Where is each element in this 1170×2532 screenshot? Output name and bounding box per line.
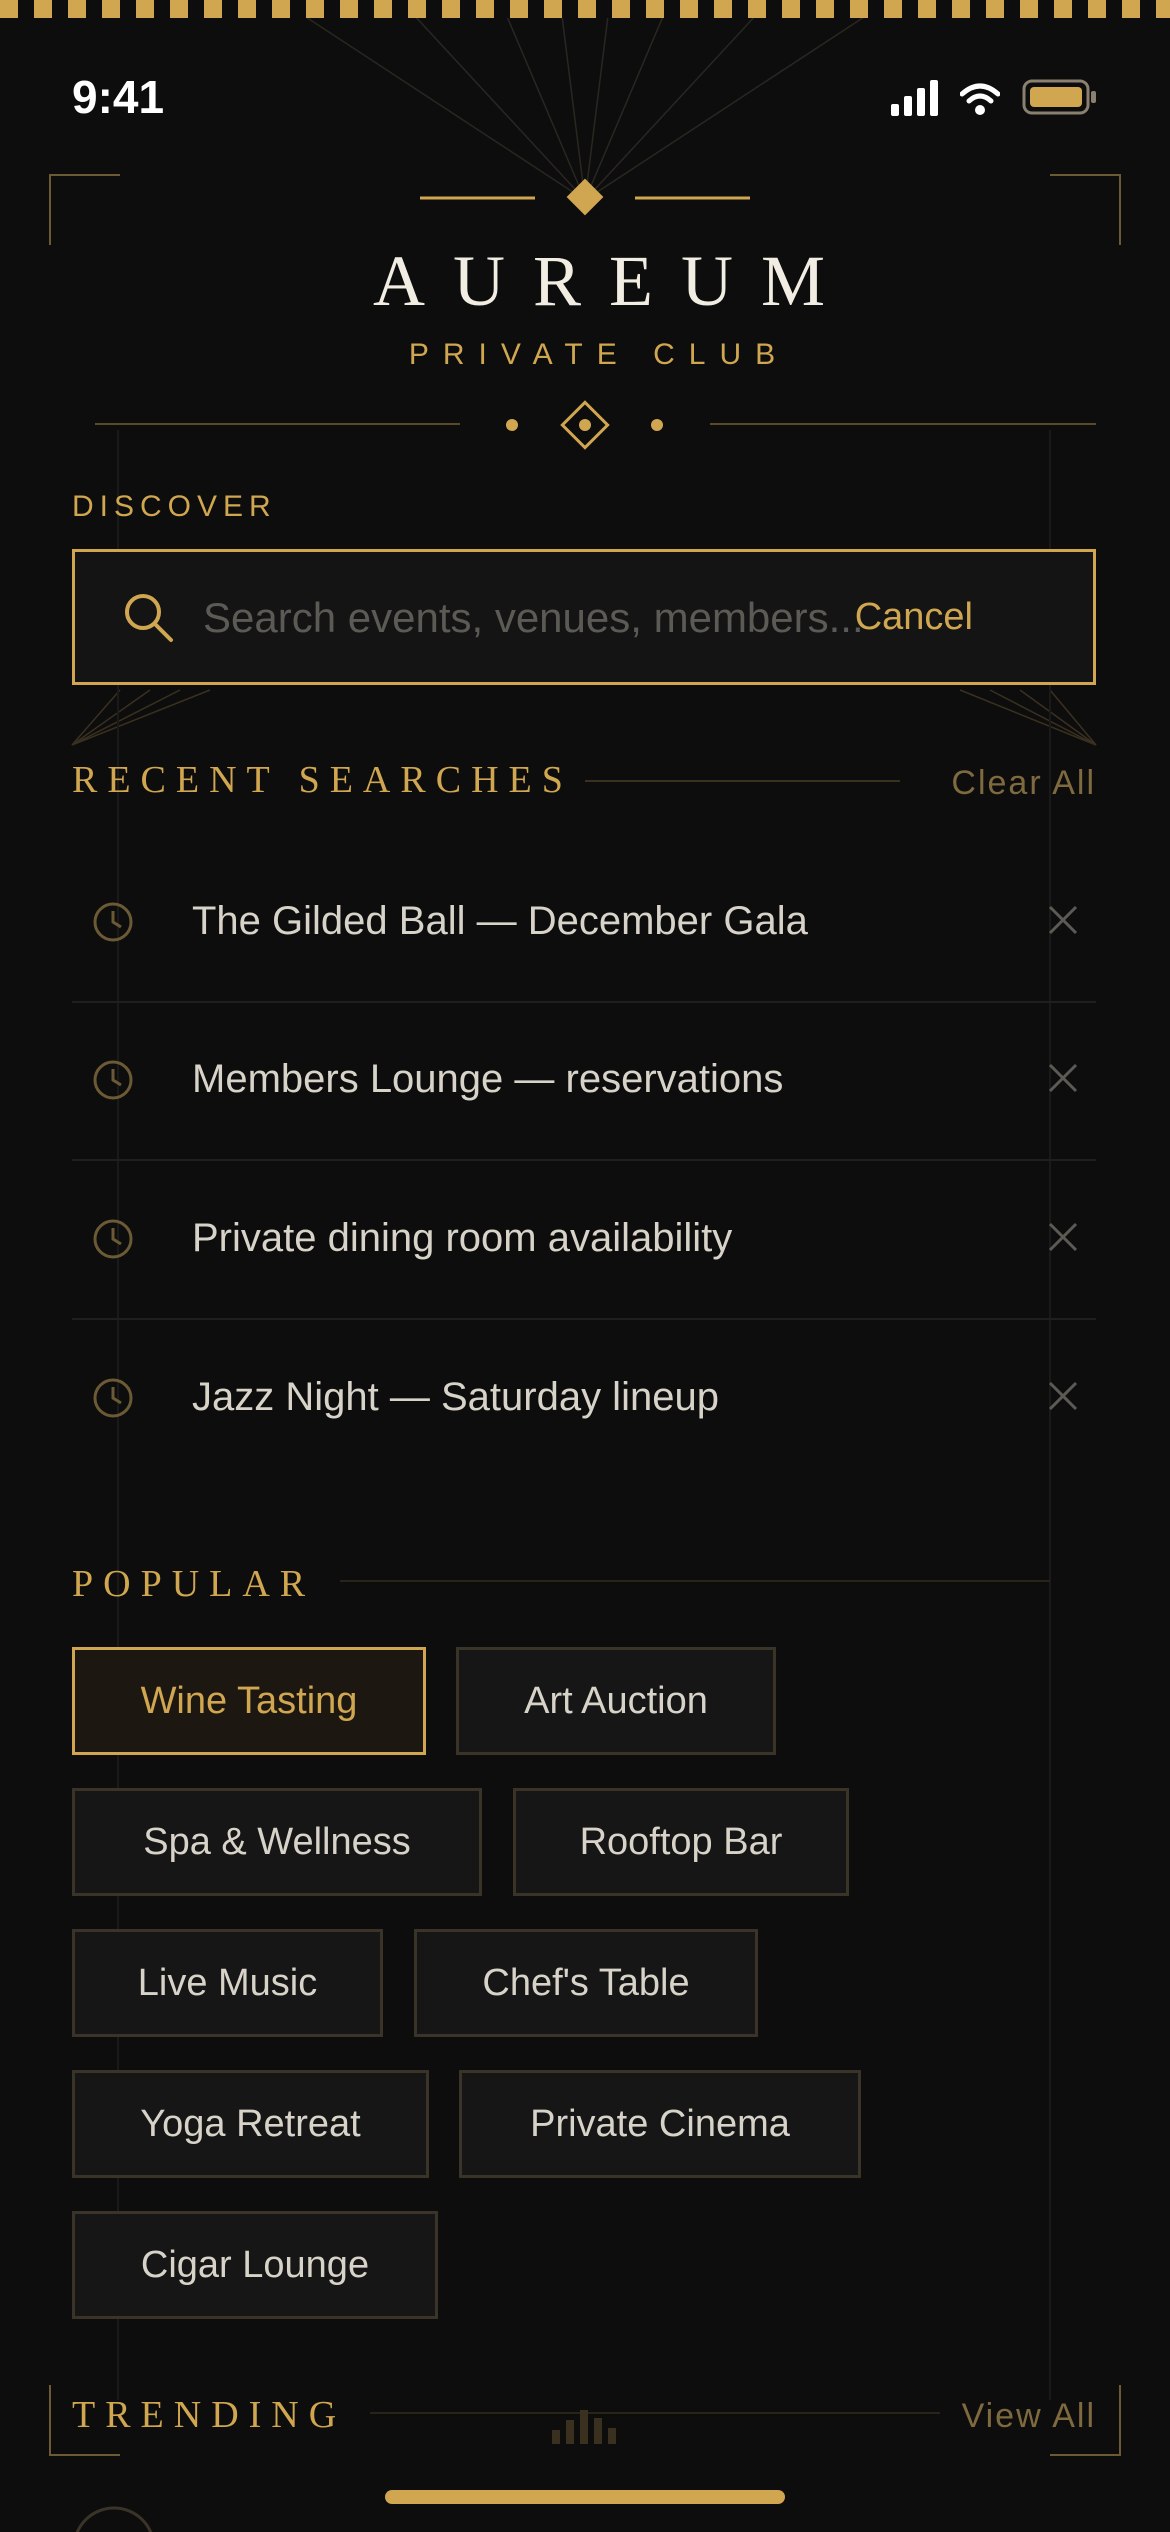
signal-icon: [891, 80, 938, 116]
recent-search-label: Private dining room availability: [192, 1216, 733, 1260]
clock-icon: [93, 1060, 133, 1100]
chip-private-cinema[interactable]: Private Cinema: [459, 2070, 861, 2178]
chip-yoga-retreat[interactable]: Yoga Retreat: [72, 2070, 429, 2178]
wifi-icon: [960, 83, 1000, 115]
recent-search-item[interactable]: Private dining room availability: [72, 1162, 1096, 1320]
status-time: 9:41: [72, 71, 165, 123]
remove-icon[interactable]: [1046, 1379, 1080, 1413]
remove-icon[interactable]: [1046, 1220, 1080, 1254]
view-all-button[interactable]: View All: [962, 2397, 1096, 2436]
discover-label: DISCOVER: [72, 490, 277, 523]
search-icon: [125, 594, 173, 642]
recent-search-item[interactable]: The Gilded Ball — December Gala: [72, 845, 1096, 1003]
recent-searches-title: RECENT SEARCHES: [72, 759, 573, 801]
clear-all-button[interactable]: Clear All: [951, 764, 1096, 803]
search-box: Cancel: [72, 549, 1096, 685]
clock-icon: [93, 902, 133, 942]
trending-title: TRENDING: [72, 2394, 347, 2436]
recent-search-item[interactable]: Jazz Night — Saturday lineup: [72, 1321, 1096, 1479]
clock-icon: [93, 1378, 133, 1418]
recent-search-label: The Gilded Ball — December Gala: [192, 899, 808, 943]
recent-search-label: Jazz Night — Saturday lineup: [192, 1375, 719, 1419]
remove-icon[interactable]: [1046, 1061, 1080, 1095]
popular-title: POPULAR: [72, 1563, 316, 1605]
chip-chefs-table[interactable]: Chef's Table: [414, 1929, 758, 2037]
recent-search-item[interactable]: Members Lounge — reservations: [72, 1003, 1096, 1161]
battery-icon: [1022, 79, 1096, 115]
chip-spa-wellness[interactable]: Spa & Wellness: [72, 1788, 482, 1896]
recent-search-label: Members Lounge — reservations: [192, 1057, 784, 1101]
remove-icon[interactable]: [1046, 903, 1080, 937]
deco-stripe: [0, 0, 1170, 18]
home-indicator: [385, 2490, 785, 2504]
clock-icon: [93, 1219, 133, 1259]
brand-title: AUREUM: [372, 241, 853, 321]
chip-live-music[interactable]: Live Music: [72, 1929, 383, 2037]
brand-subtitle: PRIVATE CLUB: [408, 338, 790, 371]
status-icons: [891, 78, 1098, 116]
chip-rooftop-bar[interactable]: Rooftop Bar: [513, 1788, 849, 1896]
chip-art-auction[interactable]: Art Auction: [456, 1647, 776, 1755]
chip-wine-tasting[interactable]: Wine Tasting: [72, 1647, 426, 1755]
chip-cigar-lounge[interactable]: Cigar Lounge: [72, 2211, 438, 2319]
cancel-button[interactable]: Cancel: [855, 596, 973, 639]
